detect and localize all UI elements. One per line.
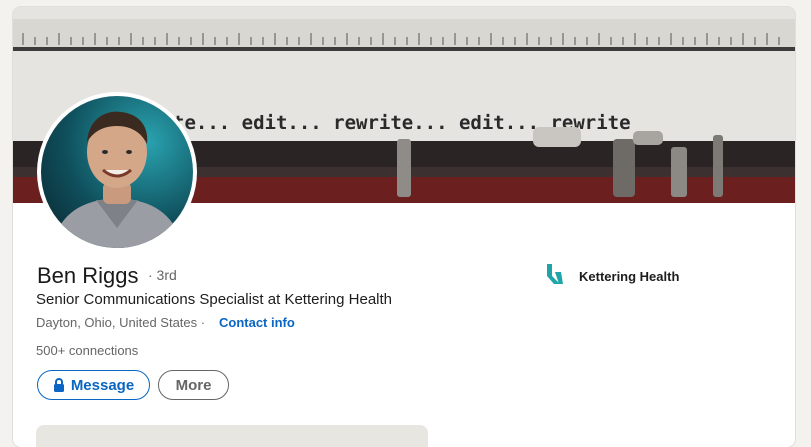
more-button[interactable]: More: [158, 370, 229, 400]
profile-name: Ben Riggs: [37, 263, 139, 288]
profile-avatar[interactable]: [37, 92, 197, 252]
message-button[interactable]: Message: [37, 370, 150, 400]
kettering-health-logo-icon: [545, 262, 565, 291]
message-button-label: Message: [70, 376, 135, 394]
connection-degree: · 3rd: [148, 267, 177, 283]
profile-headline: Senior Communications Specialist at Kett…: [36, 291, 393, 308]
lock-icon: [53, 378, 65, 392]
profile-card: te... edit... rewrite... edit... rewrite: [13, 7, 795, 447]
current-company[interactable]: Kettering Health: [545, 262, 679, 291]
location-separator: ·: [200, 315, 206, 330]
more-button-label: More: [175, 376, 212, 394]
company-name: Kettering Health: [579, 269, 680, 284]
profile-location: Dayton, Ohio, United States ·: [36, 315, 205, 330]
location-text: Dayton, Ohio, United States: [36, 315, 198, 330]
connections-count[interactable]: 500+ connections: [36, 343, 138, 358]
open-to-work-card: [36, 425, 428, 447]
contact-info-link[interactable]: Contact info: [219, 315, 295, 330]
